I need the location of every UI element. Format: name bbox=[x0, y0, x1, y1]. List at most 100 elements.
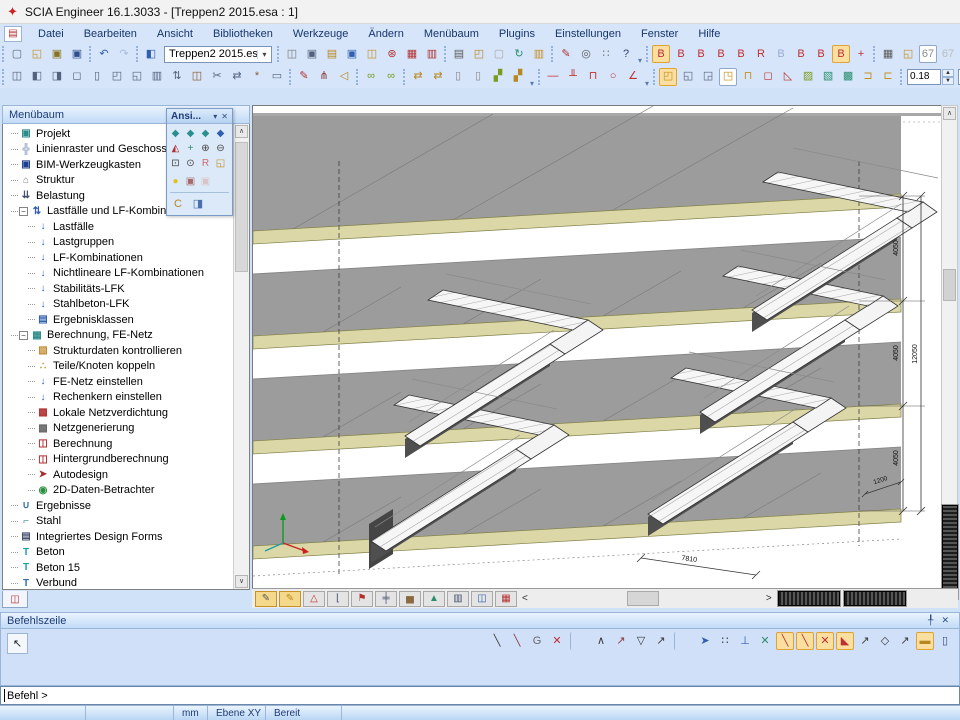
layer-hatch-icon[interactable]: ▨ bbox=[799, 68, 817, 86]
span-dim-icon[interactable]: ⊓ bbox=[584, 68, 602, 86]
snap-cross-icon[interactable]: ✕ bbox=[756, 632, 774, 650]
activity-icon[interactable]: ▣ bbox=[343, 45, 361, 63]
tree-item[interactable]: ↓ Stabilitäts-LFK bbox=[3, 281, 233, 297]
clip-box-icon[interactable]: ◭ bbox=[169, 142, 183, 156]
zoom-window-icon[interactable]: ⊡ bbox=[169, 157, 183, 171]
tree-item[interactable]: ↓ Nichtlineare LF-Kombinationen bbox=[3, 266, 233, 282]
tree-item[interactable]: ↓ Rechenkern einstellen bbox=[3, 390, 233, 406]
menu-item[interactable]: Bearbeiten bbox=[74, 26, 147, 42]
zoom-in-icon[interactable]: ⊕ bbox=[199, 142, 213, 156]
tree-item[interactable]: ▤ Ergebnisklassen bbox=[3, 312, 233, 328]
menu-item[interactable]: Menübaum bbox=[414, 26, 489, 42]
tree-item[interactable]: T Beton 15 bbox=[3, 560, 233, 576]
snap-perpendicular-icon[interactable]: ◣ bbox=[836, 632, 854, 650]
scroll-down-button[interactable]: ∨ bbox=[235, 575, 248, 588]
connect-icon[interactable]: ◫ bbox=[188, 68, 206, 86]
surfaces-icon[interactable]: ▅ bbox=[399, 591, 421, 607]
gallery-icon[interactable]: ▥ bbox=[530, 45, 548, 63]
layer-span-icon[interactable]: ⊓ bbox=[739, 68, 757, 86]
cursor-snap-icon[interactable]: ➤ bbox=[696, 632, 714, 650]
move-node-icon[interactable]: ⇅ bbox=[168, 68, 186, 86]
tree-item[interactable]: ◉ 2D-Daten-Betrachter bbox=[3, 483, 233, 499]
labels-icon[interactable]: ⚑ bbox=[351, 591, 373, 607]
snap-x-icon[interactable]: ✕ bbox=[816, 632, 834, 650]
close-icon[interactable]: ✕ bbox=[937, 615, 953, 626]
calculator-icon[interactable]: ▦ bbox=[879, 45, 897, 63]
hand-icon[interactable]: ◁ bbox=[335, 68, 353, 86]
open-icon[interactable]: ◱ bbox=[28, 45, 46, 63]
scroll-up-button[interactable]: ∧ bbox=[235, 125, 248, 138]
tree-item[interactable]: ⌐ Stahl bbox=[3, 514, 233, 530]
command-input[interactable]: Befehl > bbox=[0, 686, 960, 705]
zoom-out-icon[interactable]: ⊖ bbox=[214, 142, 228, 156]
view-x-icon[interactable]: ◆ bbox=[169, 127, 183, 141]
nonlinear-combination-icon[interactable]: B bbox=[712, 45, 730, 63]
scroll-thumb[interactable] bbox=[943, 269, 956, 301]
toolbar-overflow-icon[interactable]: ▾ bbox=[638, 56, 642, 65]
combination-icon[interactable]: B bbox=[692, 45, 710, 63]
angle-dim-icon[interactable]: ∠ bbox=[624, 68, 642, 86]
panel-tab[interactable]: ◫ bbox=[2, 591, 28, 608]
layer-left-icon[interactable]: ⊏ bbox=[879, 68, 897, 86]
length-dim-icon[interactable]: — bbox=[544, 68, 562, 86]
tree-item[interactable]: ∪ Ergebnisse bbox=[3, 498, 233, 514]
tree-item[interactable]: ↓ LF-Kombinationen bbox=[3, 250, 233, 266]
print-preview-icon[interactable]: ◰ bbox=[470, 45, 488, 63]
zoom-slider-vertical[interactable] bbox=[942, 505, 958, 599]
redo-icon[interactable]: ↷ bbox=[115, 45, 133, 63]
tree-scrollbar[interactable]: ∧ ∨ bbox=[233, 124, 249, 589]
copy-properties-icon[interactable]: ▯ bbox=[449, 68, 467, 86]
scale-value-1[interactable]: 0.18 bbox=[907, 69, 941, 85]
curve-icon[interactable]: ▭ bbox=[268, 68, 286, 86]
library-icon[interactable]: ▤ bbox=[323, 45, 341, 63]
rib-icon[interactable]: ▥ bbox=[148, 68, 166, 86]
snap-node-icon[interactable]: ↗ bbox=[856, 632, 874, 650]
expand-box[interactable]: − bbox=[19, 331, 28, 340]
bim-icon[interactable]: ◫ bbox=[363, 45, 381, 63]
cursor-mode-button[interactable]: ↖ bbox=[7, 633, 28, 654]
link-2-icon[interactable]: ∞ bbox=[382, 68, 400, 86]
volumes-icon[interactable]: ▲ bbox=[423, 591, 445, 607]
tree-item[interactable]: ↓ FE-Netz einstellen bbox=[3, 374, 233, 390]
zoom-doc-icon[interactable]: ◎ bbox=[577, 45, 595, 63]
befehlszeile-header[interactable]: Befehlszeile ╀ ✕ bbox=[0, 612, 960, 629]
tree-item[interactable]: ➤ Autodesign bbox=[3, 467, 233, 483]
tree-item[interactable]: ∴ Teile/Knoten koppeln bbox=[3, 359, 233, 375]
document-icon[interactable]: ▤ bbox=[4, 26, 22, 42]
viewport-hscrollbar[interactable] bbox=[532, 591, 762, 607]
offset-dim-icon[interactable]: ╨ bbox=[564, 68, 582, 86]
scroll-thumb[interactable] bbox=[235, 142, 248, 272]
refresh-icon[interactable]: ↻ bbox=[510, 45, 528, 63]
slab-icon[interactable]: ◻ bbox=[68, 68, 86, 86]
scroll-up-button[interactable]: ∧ bbox=[943, 107, 956, 120]
layer-box-icon[interactable]: ◻ bbox=[759, 68, 777, 86]
snap-icon[interactable] bbox=[570, 632, 588, 650]
snap-angle-icon[interactable]: ∧ bbox=[592, 632, 610, 650]
snap-endpoint-icon[interactable]: ╲ bbox=[488, 632, 506, 650]
copy-properties-2-icon[interactable]: ▯ bbox=[469, 68, 487, 86]
snap-intersection-icon[interactable]: ✕ bbox=[548, 632, 566, 650]
wireframe-icon[interactable]: ✎ bbox=[255, 591, 277, 607]
find-icon[interactable]: ⇄ bbox=[409, 68, 427, 86]
expand-box[interactable]: − bbox=[19, 207, 28, 216]
tree-item[interactable]: ▧ Strukturdaten kontrollieren bbox=[3, 343, 233, 359]
layer-triangle-icon[interactable]: ◺ bbox=[779, 68, 797, 86]
scroll-right-button[interactable]: > bbox=[762, 593, 776, 604]
menu-item[interactable]: Ändern bbox=[358, 26, 413, 42]
render-mode-icon[interactable]: ✎ bbox=[279, 591, 301, 607]
subregion-icon[interactable]: ◱ bbox=[128, 68, 146, 86]
camera-icon[interactable]: ▣ bbox=[184, 175, 198, 189]
redraw-icon[interactable]: R bbox=[199, 157, 213, 171]
menu-item[interactable]: Werkzeuge bbox=[283, 26, 358, 42]
layers-icon[interactable]: ▣ bbox=[303, 45, 321, 63]
ortho-icon[interactable]: ⊥ bbox=[736, 632, 754, 650]
wall-icon[interactable]: ▯ bbox=[88, 68, 106, 86]
column-icon[interactable]: ◨ bbox=[48, 68, 66, 86]
menu-item[interactable]: Einstellungen bbox=[545, 26, 631, 42]
window-a-icon[interactable]: ▦ bbox=[403, 45, 421, 63]
project-settings-icon[interactable]: ◫ bbox=[283, 45, 301, 63]
engineering-report-icon[interactable]: 67 bbox=[919, 45, 937, 63]
zoom-all-icon[interactable]: ⊙ bbox=[184, 157, 198, 171]
cut-icon[interactable]: ✂ bbox=[208, 68, 226, 86]
palette-header[interactable]: Ansi... ▾ ✕ bbox=[167, 109, 232, 124]
